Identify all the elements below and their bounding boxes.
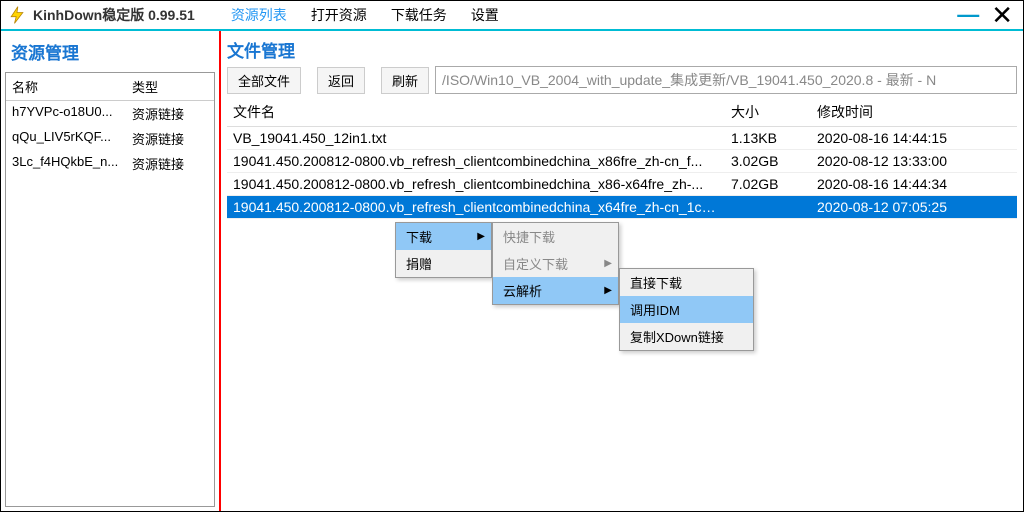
ctx-call-idm[interactable]: 调用IDM <box>620 296 753 323</box>
context-menu-2: 快捷下载 自定义下载▶ 云解析▶ <box>492 222 619 305</box>
file-col-time[interactable]: 修改时间 <box>811 98 1017 126</box>
resource-panel: 资源管理 名称 类型 h7YVPc-o18U0...资源链接 qQu_LIV5r… <box>1 31 221 511</box>
menu-resources[interactable]: 资源列表 <box>231 5 287 25</box>
context-menu-3: 直接下载 调用IDM 复制XDown链接 <box>619 268 754 351</box>
file-row[interactable]: 19041.450.200812-0800.vb_refresh_clientc… <box>227 173 1017 196</box>
file-table-header: 文件名 大小 修改时间 <box>227 98 1017 127</box>
menu-tasks[interactable]: 下载任务 <box>391 5 447 25</box>
minimize-button[interactable]: — <box>957 2 979 28</box>
resource-row[interactable]: 3Lc_f4HQkbE_n...资源链接 <box>6 151 214 176</box>
context-menu-1: 下载▶ 捐赠 <box>395 222 492 278</box>
file-col-size[interactable]: 大小 <box>725 98 811 126</box>
main-menu: 资源列表 打开资源 下载任务 设置 <box>231 5 499 25</box>
menu-open[interactable]: 打开资源 <box>311 5 367 25</box>
file-row[interactable]: VB_19041.450_12in1.txt1.13KB2020-08-16 1… <box>227 127 1017 150</box>
chevron-right-icon: ▶ <box>604 285 612 296</box>
resource-panel-title: 资源管理 <box>5 35 215 68</box>
ctx-fast-download[interactable]: 快捷下载 <box>493 223 618 250</box>
file-panel-title: 文件管理 <box>227 35 1017 64</box>
file-col-name[interactable]: 文件名 <box>227 98 725 126</box>
chevron-right-icon: ▶ <box>604 258 612 269</box>
resource-row[interactable]: qQu_LIV5rKQF...资源链接 <box>6 126 214 151</box>
ctx-cloud-parse[interactable]: 云解析▶ <box>493 277 618 304</box>
resource-list-header: 名称 类型 <box>6 73 214 101</box>
col-type-header[interactable]: 类型 <box>126 73 214 100</box>
ctx-direct-download[interactable]: 直接下载 <box>620 269 753 296</box>
all-files-button[interactable]: 全部文件 <box>227 67 301 94</box>
ctx-download[interactable]: 下载▶ <box>396 223 491 250</box>
ctx-custom-download[interactable]: 自定义下载▶ <box>493 250 618 277</box>
chevron-right-icon: ▶ <box>477 231 485 242</box>
close-button[interactable]: ✕ <box>991 2 1013 28</box>
file-row[interactable]: 19041.450.200812-0800.vb_refresh_clientc… <box>227 150 1017 173</box>
ctx-copy-xdown[interactable]: 复制XDown链接 <box>620 323 753 350</box>
ctx-donate[interactable]: 捐赠 <box>396 250 491 277</box>
col-name-header[interactable]: 名称 <box>6 73 126 100</box>
path-display[interactable]: /ISO/Win10_VB_2004_with_update_集成更新/VB_1… <box>435 66 1017 94</box>
file-toolbar: 全部文件 返回 刷新 /ISO/Win10_VB_2004_with_updat… <box>227 66 1017 94</box>
refresh-button[interactable]: 刷新 <box>381 67 429 94</box>
resource-row[interactable]: h7YVPc-o18U0...资源链接 <box>6 101 214 126</box>
window-title: KinhDown稳定版 0.99.51 <box>33 5 195 25</box>
resource-list: 名称 类型 h7YVPc-o18U0...资源链接 qQu_LIV5rKQF..… <box>5 72 215 507</box>
app-icon <box>7 5 27 25</box>
titlebar: KinhDown稳定版 0.99.51 资源列表 打开资源 下载任务 设置 — … <box>1 1 1023 31</box>
menu-settings[interactable]: 设置 <box>471 5 499 25</box>
back-button[interactable]: 返回 <box>317 67 365 94</box>
file-row[interactable]: 19041.450.200812-0800.vb_refresh_clientc… <box>227 196 1017 219</box>
file-table: 文件名 大小 修改时间 VB_19041.450_12in1.txt1.13KB… <box>227 98 1017 219</box>
